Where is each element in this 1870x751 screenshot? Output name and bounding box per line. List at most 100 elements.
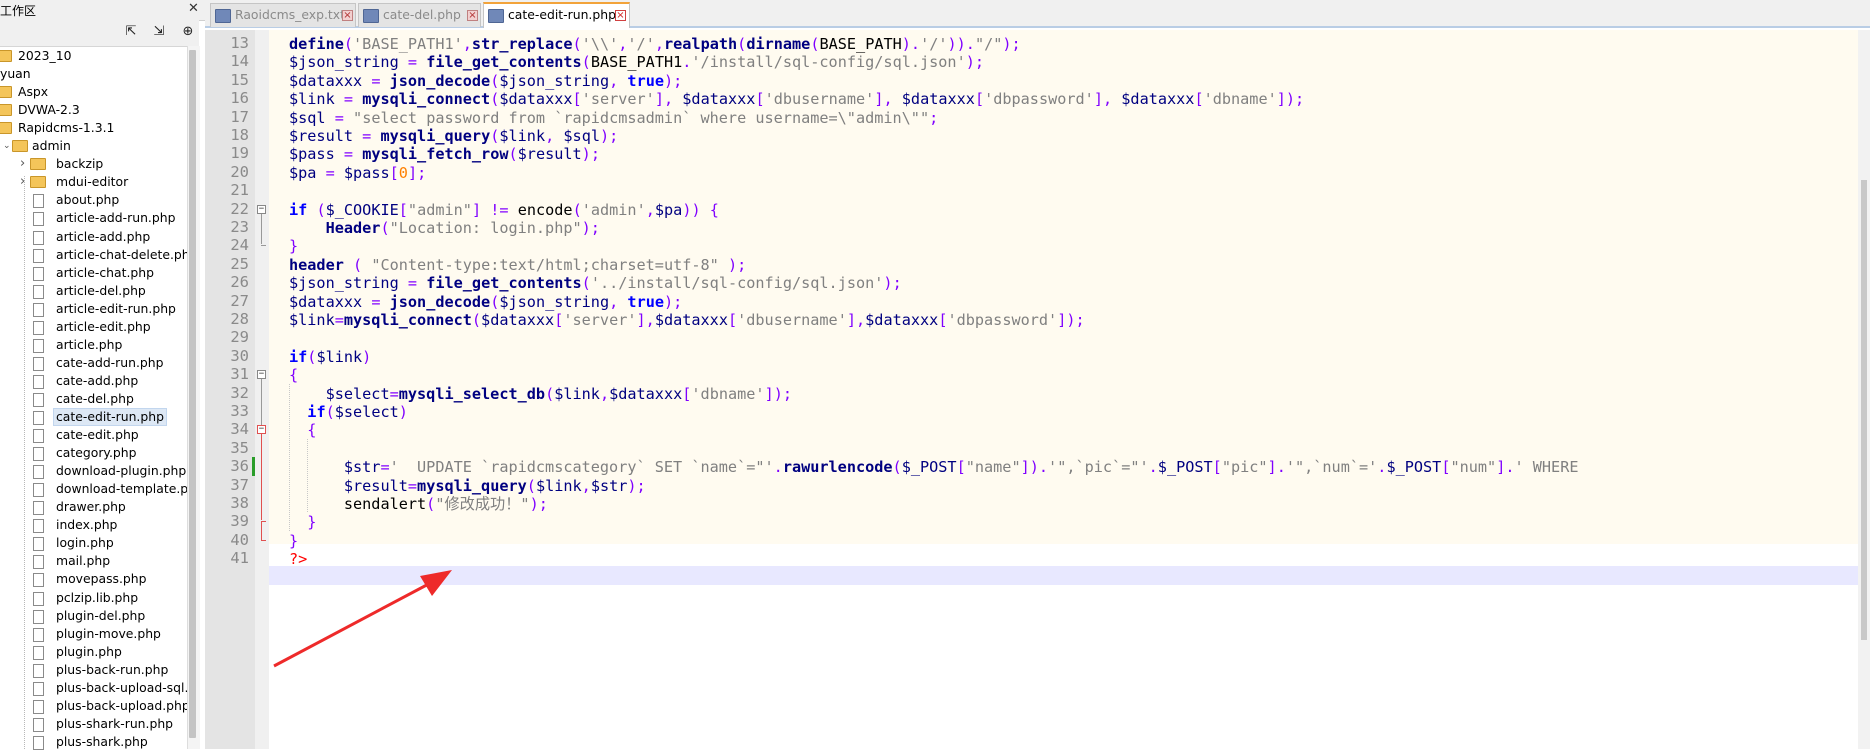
code-line[interactable]: ?> — [289, 550, 307, 568]
code-token: [ — [398, 200, 408, 219]
tree-file[interactable]: plugin.php — [0, 643, 186, 661]
tree-file[interactable]: download-plugin.php — [0, 462, 186, 480]
code-line[interactable]: header ( "Content-type:text/html;charset… — [289, 256, 746, 274]
code-line[interactable]: $link = mysqli_connect($dataxxx['server'… — [289, 90, 1304, 108]
tree-folder[interactable]: › mdui-editor — [0, 173, 186, 191]
file-icon — [33, 717, 44, 732]
tree-file[interactable]: pclzip.lib.php — [0, 589, 186, 607]
code-token: ( — [490, 90, 500, 109]
tree-file[interactable]: index.php — [0, 516, 186, 534]
tree-file[interactable]: cate-add-run.php — [0, 354, 186, 372]
collapse-icon[interactable]: ⇲ — [151, 24, 167, 40]
file-icon — [33, 591, 44, 606]
tab-raoidcms-exp[interactable]: Raoidcms_exp.txt × — [210, 3, 356, 27]
code-editor[interactable]: 13 define('BASE_PATH1',str_replace('\\','… — [205, 30, 1870, 749]
chevron-down-icon[interactable]: ⌄ — [3, 137, 11, 155]
tree-file[interactable]: plus-back-upload-sql.p — [0, 679, 196, 697]
locate-icon[interactable]: ⊕ — [180, 24, 196, 40]
tree-folder[interactable]: › backzip — [0, 155, 186, 173]
current-line-highlight — [269, 566, 1858, 585]
tree-file[interactable]: article-edit.php — [0, 318, 186, 336]
tree-file[interactable]: plugin-move.php — [0, 625, 186, 643]
code-token: ( — [325, 403, 335, 421]
tree-file[interactable]: article.php — [0, 336, 186, 354]
code-line[interactable]: $json_string = file_get_contents(BASE_PA… — [289, 53, 984, 71]
close-tab-icon[interactable]: × — [467, 10, 478, 21]
tree-folder[interactable]: Rapidcms-1.3.1 — [0, 119, 186, 137]
chevron-right-icon[interactable]: › — [20, 155, 25, 173]
file-icon — [33, 266, 44, 281]
tree-file[interactable]: mail.php — [0, 552, 186, 570]
code-line[interactable]: $json_string = file_get_contents('../ins… — [289, 274, 902, 292]
expand-icon[interactable]: ⇱ — [123, 24, 139, 40]
code-line[interactable]: } — [289, 532, 298, 550]
tree-file[interactable]: download-template.ph — [0, 480, 196, 498]
code-line[interactable]: $pa = $pass[0]; — [289, 164, 426, 182]
tree-folder[interactable]: DVWA-2.3 — [0, 101, 186, 119]
editor-scrollbar-thumb[interactable] — [1861, 180, 1867, 640]
code-token: ) — [362, 347, 372, 366]
tree-file[interactable]: article-edit-run.php — [0, 300, 186, 318]
code-line[interactable]: define('BASE_PATH1',str_replace('\\','/'… — [289, 35, 1021, 53]
code-line[interactable]: } — [289, 237, 298, 255]
code-token: '",`num`=' — [1285, 458, 1378, 477]
tree-file[interactable]: article-chat.php — [0, 264, 186, 282]
tree-file[interactable]: movepass.php — [0, 570, 186, 588]
fold-toggle-icon[interactable]: − — [257, 204, 266, 214]
code-line[interactable]: if ($_COOKIE["admin"] != encode('admin',… — [289, 201, 719, 219]
tree-file[interactable]: cate-add.php — [0, 372, 186, 390]
code-line[interactable]: { — [289, 366, 298, 384]
tree-item-label: login.php — [56, 535, 114, 551]
code-line[interactable]: $dataxxx = json_decode($json_string, tru… — [289, 293, 682, 311]
code-line[interactable]: sendalert("修改成功！"); — [289, 495, 548, 513]
code-token: $link — [554, 384, 600, 403]
code-line[interactable]: { — [289, 421, 316, 439]
code-line[interactable]: Header("Location: login.php"); — [289, 219, 600, 237]
code-line[interactable]: $str=' UPDATE `rapidcmscategory` SET `na… — [289, 458, 1579, 476]
code-line[interactable]: $sql = "select password from `rapidcmsad… — [289, 109, 938, 127]
fold-toggle-icon[interactable]: − — [257, 370, 266, 380]
tree-file[interactable]: yuan — [0, 65, 186, 83]
tree-file[interactable]: cate-edit.php — [0, 426, 186, 444]
code-line[interactable]: if($select) — [289, 403, 408, 421]
tab-cate-edit-run[interactable]: cate-edit-run.php × — [483, 2, 630, 28]
tree-file[interactable]: about.php — [0, 191, 186, 209]
tree-file[interactable]: article-del.php — [0, 282, 186, 300]
tree-file[interactable]: login.php — [0, 534, 186, 552]
tree-file[interactable]: article-add-run.php — [0, 209, 186, 227]
tree-folder[interactable]: Aspx — [0, 83, 186, 101]
tree-file[interactable]: cate-del.php — [0, 390, 186, 408]
code-line[interactable]: if($link) — [289, 348, 371, 366]
code-line[interactable]: $result = mysqli_query($link, $sql); — [289, 127, 618, 145]
file-icon — [33, 645, 44, 660]
code-line[interactable]: $pass = mysqli_fetch_row($result); — [289, 145, 600, 163]
tree-file[interactable]: article-chat-delete.php — [0, 246, 197, 264]
tree-file[interactable]: drawer.php — [0, 498, 186, 516]
tree-folder[interactable]: ⌄ admin — [0, 137, 186, 155]
file-icon — [33, 447, 44, 462]
tree-file[interactable]: article-add.php — [0, 228, 186, 246]
code-line[interactable]: $dataxxx = json_decode($json_string, tru… — [289, 72, 682, 90]
close-icon[interactable]: ✕ — [188, 1, 199, 16]
tree-file[interactable]: plus-shark-run.php — [0, 715, 186, 733]
code-line[interactable]: $select=mysqli_select_db($link,$dataxxx[… — [289, 385, 792, 403]
file-tree-scrollbar-thumb[interactable] — [189, 50, 196, 738]
tree-file[interactable]: plus-back-upload.php — [0, 697, 190, 715]
tree-folder[interactable]: 2023_10 — [0, 47, 186, 65]
code-token: )) — [682, 200, 701, 219]
close-tab-icon[interactable]: × — [615, 10, 626, 21]
tree-file[interactable]: plus-shark.php — [0, 733, 186, 751]
code-line[interactable]: $link=mysqli_connect($dataxxx['server'],… — [289, 311, 1085, 329]
close-tab-icon[interactable]: × — [342, 10, 353, 21]
code-line[interactable]: $result=mysqli_query($link,$str); — [289, 477, 646, 495]
tab-cate-del[interactable]: cate-del.php × — [358, 3, 481, 27]
tree-file[interactable]: cate-edit-run.php — [0, 408, 186, 426]
file-icon — [33, 465, 44, 480]
tree-file[interactable]: plugin-del.php — [0, 607, 186, 625]
tree-file[interactable]: category.php — [0, 444, 186, 462]
code-line[interactable]: } — [289, 513, 316, 531]
tree-file[interactable]: plus-back-run.php — [0, 661, 186, 679]
